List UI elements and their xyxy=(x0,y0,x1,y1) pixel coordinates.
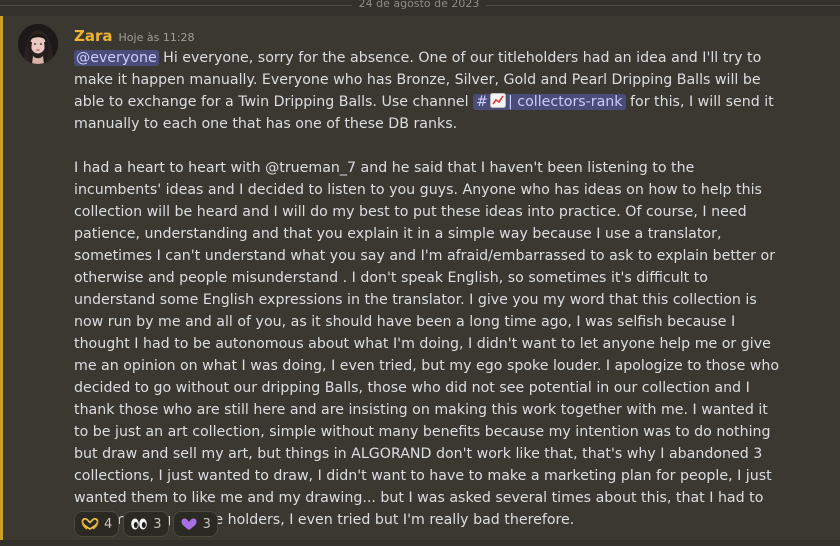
reactions-bar: 4 3 3 xyxy=(74,511,218,537)
reaction-count: 3 xyxy=(202,516,211,532)
message-paragraph-1: @everyone Hi everyone, sorry for the abs… xyxy=(74,47,782,135)
date-divider-label: 24 de agosto de 2023 xyxy=(358,0,480,10)
divider-line-left xyxy=(0,5,352,6)
reaction-count: 4 xyxy=(104,516,113,532)
chat-view: 24 de agosto de 2023 Zara Hoje às 11:28 xyxy=(0,0,840,546)
avatar[interactable] xyxy=(18,24,58,64)
channel-hash-icon: # xyxy=(476,94,489,110)
username[interactable]: Zara xyxy=(74,27,113,45)
reaction-purple-heart[interactable]: 3 xyxy=(172,511,218,537)
message-header: Zara Hoje às 11:28 xyxy=(74,26,195,46)
message-paragraph-2: I had a heart to heart with @trueman_7 a… xyxy=(74,160,780,528)
avatar-image xyxy=(18,24,58,64)
reaction-count: 3 xyxy=(153,516,162,532)
chat-message[interactable]: Zara Hoje às 11:28 @everyone Hi everyone,… xyxy=(0,16,840,540)
channel-mention-collectors-rank[interactable]: # | collectors-rank xyxy=(473,93,626,110)
reaction-heart-hands[interactable]: 4 xyxy=(74,511,120,537)
timestamp[interactable]: Hoje às 11:28 xyxy=(119,31,195,44)
reaction-eyes[interactable]: 3 xyxy=(123,511,169,537)
purple-heart-icon xyxy=(181,518,197,530)
message-content: @everyone Hi everyone, sorry for the abs… xyxy=(74,47,782,531)
chart-increasing-icon xyxy=(490,93,507,108)
date-divider: 24 de agosto de 2023 xyxy=(0,0,840,12)
heart-hands-icon xyxy=(81,517,99,530)
mention-highlight-bar xyxy=(0,16,3,540)
divider-line-right xyxy=(486,5,840,6)
channel-name: | collectors-rank xyxy=(508,94,623,110)
eyes-icon xyxy=(131,518,148,530)
everyone-mention[interactable]: @everyone xyxy=(74,50,159,66)
